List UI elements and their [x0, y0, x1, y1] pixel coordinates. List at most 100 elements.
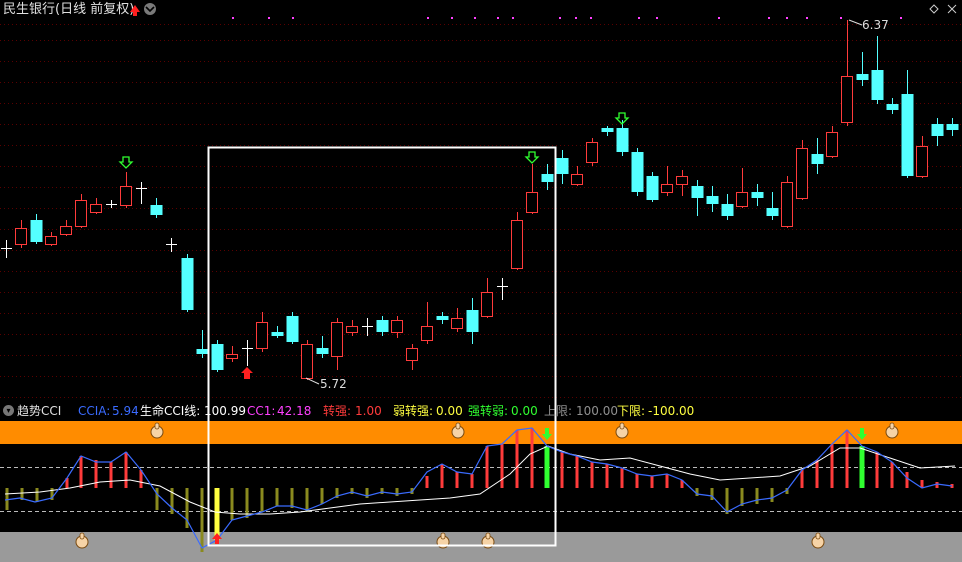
histogram-bar [905, 472, 909, 488]
histogram-bar [770, 488, 774, 502]
candlestick [946, 118, 959, 136]
candlestick [571, 166, 583, 186]
candlestick [511, 212, 523, 270]
marker-dot [840, 17, 842, 19]
marker-dot [806, 17, 808, 19]
histogram-bar [590, 462, 594, 488]
indicator-name[interactable]: 趋势CCI [17, 402, 61, 420]
candle-body [841, 76, 853, 123]
histogram-bar [650, 476, 654, 488]
histogram-bar [109, 462, 113, 488]
candlestick [120, 172, 132, 208]
histogram-bar [380, 488, 384, 494]
candle-body [646, 176, 659, 200]
histogram-bar [830, 444, 834, 488]
zq-label: 转强: [323, 404, 352, 418]
life-cci-value: 100.99 [204, 404, 246, 418]
candlestick [406, 344, 418, 370]
histogram-bar [260, 488, 264, 512]
candle-body [150, 205, 163, 215]
candle-body [901, 94, 914, 176]
candlestick [226, 346, 238, 362]
candlestick [497, 278, 508, 300]
candlestick [616, 120, 629, 156]
candlestick [676, 170, 688, 196]
candlestick [181, 254, 194, 312]
histogram-bar [94, 460, 98, 488]
candle-body [556, 158, 569, 174]
ccia-line [4, 427, 953, 549]
candle-body [30, 220, 43, 242]
candlestick [886, 98, 899, 114]
candlestick [601, 126, 614, 136]
candle-body [886, 104, 899, 110]
candlestick [211, 340, 224, 372]
histogram-bar [124, 452, 128, 488]
candle-body [376, 320, 389, 332]
marker-dot [638, 17, 640, 19]
histogram-bar [320, 488, 324, 504]
candle-body [481, 292, 493, 317]
candlestick [826, 126, 838, 158]
candlestick [256, 312, 268, 352]
candle-body [796, 148, 808, 199]
candlestick [871, 36, 884, 104]
candlestick [271, 326, 284, 338]
candle-body [631, 152, 644, 192]
upper-value: 100.00 [576, 404, 618, 418]
candlestick [751, 184, 764, 206]
histogram-bar [425, 476, 429, 488]
candlestick [436, 312, 449, 324]
candlestick [526, 164, 538, 214]
candle-body [571, 174, 583, 185]
histogram-bar [440, 464, 444, 488]
zq-value: 1.00 [355, 404, 382, 418]
candle-body [721, 204, 734, 216]
candle-body [406, 348, 418, 361]
candlestick [15, 220, 27, 248]
candle-body [75, 200, 87, 227]
window-controls-icon[interactable] [929, 4, 957, 14]
upper-band [0, 421, 962, 444]
title-up-arrow-icon[interactable] [130, 5, 140, 16]
histogram-bar [544, 446, 550, 488]
histogram-bar [155, 488, 159, 510]
candlestick [856, 52, 869, 86]
candle-body [781, 182, 793, 227]
histogram-bar [695, 488, 699, 496]
chevron-down-icon[interactable] [144, 3, 156, 15]
candle-body [661, 184, 673, 193]
life-cci-label: 生命CCI线: [140, 404, 201, 418]
candle-body [811, 154, 824, 164]
candle-body [226, 354, 238, 359]
histogram-bar [620, 468, 624, 488]
candlestick [90, 198, 102, 214]
histogram-bar [815, 460, 819, 488]
histogram-bar [560, 452, 564, 488]
candlestick [451, 308, 463, 332]
candlestick [136, 182, 147, 204]
candlestick [781, 176, 793, 228]
candlestick [30, 214, 43, 244]
candle-body [211, 344, 224, 370]
histogram-bar [575, 456, 579, 488]
marker-dot [559, 17, 561, 19]
histogram-bar [350, 488, 354, 494]
candlestick [901, 70, 914, 178]
histogram-bar [710, 488, 714, 500]
candlestick [556, 150, 569, 184]
signal-down-icon [118, 156, 134, 169]
ccia-value: 5.94 [112, 404, 139, 418]
collapse-indicator-icon[interactable]: ▾ [3, 405, 14, 416]
chart-canvas[interactable]: 6.37 5.72 [0, 0, 962, 562]
marker-dot [512, 17, 514, 19]
histogram-bar [500, 444, 504, 488]
candlestick [796, 140, 808, 200]
candle-body [601, 128, 614, 132]
candlestick [661, 166, 673, 196]
candle-body [466, 310, 479, 332]
candle-body [586, 142, 598, 163]
histogram-bar [455, 472, 459, 488]
candle-body [301, 344, 313, 379]
high-price-label: 6.37 [862, 18, 889, 32]
